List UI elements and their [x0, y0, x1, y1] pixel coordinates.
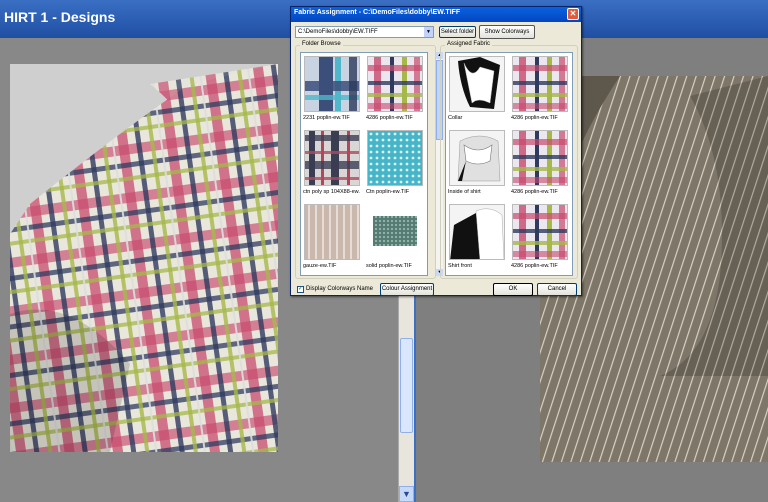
shirt-front-preview	[449, 204, 505, 260]
shirt-part-label: Shirt front	[448, 263, 472, 269]
fabric-tile-label: 4286 poplin-ew.TIF	[511, 189, 558, 195]
shirt-part-inside[interactable]: Inside of shirt	[447, 128, 509, 201]
cancel-button[interactable]: Cancel	[537, 283, 577, 296]
shirt-part-front[interactable]: Shirt front	[447, 202, 509, 275]
fabric-swatch	[367, 130, 423, 186]
folder-browse-list: 2231 poplin-ew.TIF 4286 poplin-ew.TIF ct…	[300, 52, 428, 276]
fabric-swatch	[304, 56, 360, 112]
shirt-part-label: Inside of shirt	[448, 189, 481, 195]
fabric-tile-label: Ctn poplin-ew.TIF	[366, 189, 410, 195]
display-colorways-checkbox[interactable]: ✓	[297, 286, 304, 293]
fabric-swatch	[367, 56, 423, 112]
fabric-swatch	[304, 204, 360, 260]
dialog-title-bar: Fabric Assignment - C:\DemoFiles\dobby\E…	[291, 7, 581, 22]
shirt-part-label: Collar	[448, 115, 463, 121]
fabric-tile-label: solid poplin-ew.TIF	[366, 263, 412, 269]
app-title: HIRT 1 - Designs	[4, 9, 116, 25]
collar-preview	[449, 56, 505, 112]
fabric-tile-gauze[interactable]: gauze-ew.TIF	[302, 202, 364, 275]
fabric-assignment-dialog: Fabric Assignment - C:\DemoFiles\dobby\E…	[290, 6, 582, 296]
close-icon[interactable]: ✕	[567, 8, 579, 20]
fabric-swatch	[512, 56, 568, 112]
fabric-tile-ctn-poly[interactable]: ctn poly sp 104X88-ew.	[302, 128, 364, 201]
assigned-fabric-label: Assigned Fabric	[445, 41, 493, 47]
fabric-tile-label: 4286 poplin-ew.TIF	[511, 263, 558, 269]
fabric-tile-label: 4286 poplin-ew.TIF	[511, 115, 558, 121]
fabric-tile-ctn-poplin[interactable]: Ctn poplin-ew.TIF	[365, 128, 427, 201]
assigned-fabric-collar[interactable]: 4286 poplin-ew.TIF	[510, 54, 572, 127]
folder-browse-group: Folder Browse 2231 poplin-ew.TIF 4286 po…	[295, 41, 443, 279]
assigned-fabric-group: Assigned Fabric Collar 4286 poplin-ew.TI…	[440, 41, 578, 279]
fabric-tile-solid-poplin[interactable]: solid poplin-ew.TIF	[365, 202, 427, 275]
assigned-fabric-front[interactable]: 4286 poplin-ew.TIF	[510, 202, 572, 275]
select-folder-button[interactable]: Select folder	[439, 26, 476, 38]
folder-path-value: C:\DemoFiles\dobby\EW.TIFF	[298, 29, 378, 35]
dialog-title: Fabric Assignment - C:\DemoFiles\dobby\E…	[294, 9, 461, 16]
fabric-swatch	[304, 130, 360, 186]
fabric-tile-4286-poplin[interactable]: 4286 poplin-ew.TIF	[365, 54, 427, 127]
chevron-down-icon[interactable]: ▼	[424, 27, 433, 37]
folder-path-combo[interactable]: C:\DemoFiles\dobby\EW.TIFF ▼	[295, 26, 434, 38]
fabric-swatch	[512, 204, 568, 260]
chevron-down-icon[interactable]: ▼	[399, 486, 414, 502]
show-colorways-button[interactable]: Show Colorways	[479, 25, 535, 39]
assigned-fabric-inside[interactable]: 4286 poplin-ew.TIF	[510, 128, 572, 201]
fabric-tile-2231-poplin[interactable]: 2231 poplin-ew.TIF	[302, 54, 364, 127]
folder-browse-label: Folder Browse	[300, 41, 343, 47]
fabric-tile-label: gauze-ew.TIF	[303, 263, 337, 269]
fabric-tile-label: 4286 poplin-ew.TIF	[366, 115, 413, 121]
ok-button[interactable]: OK	[493, 283, 533, 296]
assigned-fabric-list: Collar 4286 poplin-ew.TIF Inside of shir…	[445, 52, 573, 276]
fabric-swatch	[512, 130, 568, 186]
colour-assignment-button[interactable]: Colour Assignment	[380, 283, 434, 296]
fabric-swatch	[367, 204, 423, 260]
fabric-tile-label: 2231 poplin-ew.TIF	[303, 115, 350, 121]
display-colorways-label: Display Colorways Name	[306, 286, 374, 292]
inside-of-shirt-preview	[449, 130, 505, 186]
shirt-part-collar[interactable]: Collar	[447, 54, 509, 127]
scrollbar-thumb[interactable]	[400, 338, 413, 433]
plaid-shirt-render	[10, 64, 278, 452]
fabric-tile-label: ctn poly sp 104X88-ew.	[303, 189, 360, 195]
